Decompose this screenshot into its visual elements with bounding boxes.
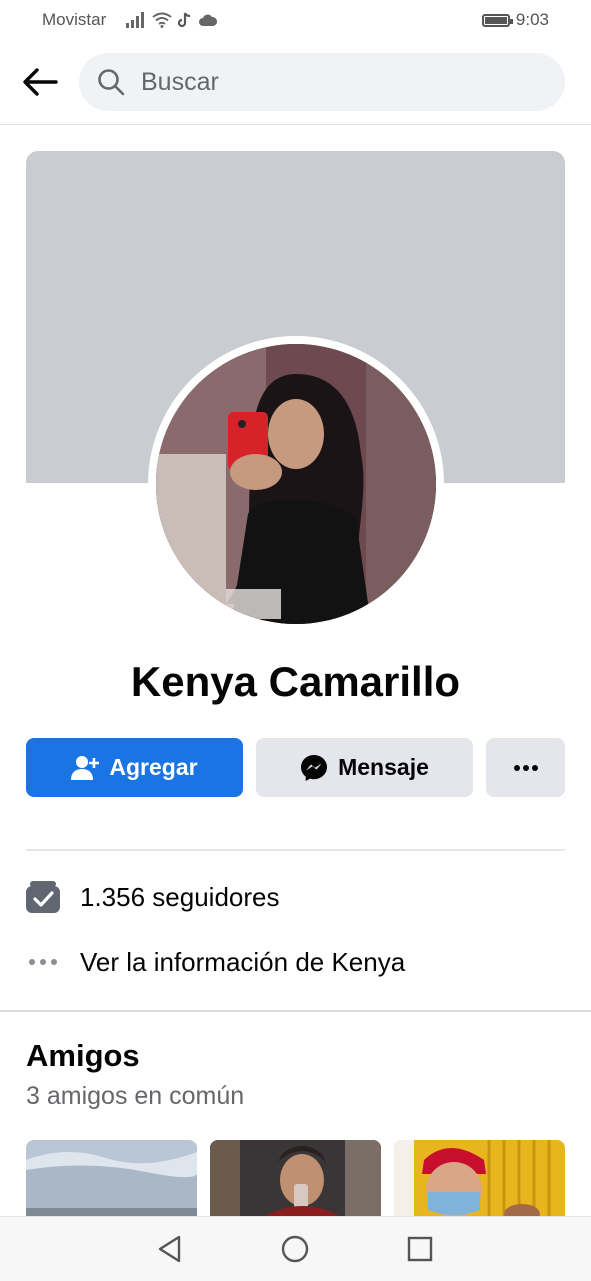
arrow-left-icon: [23, 68, 58, 96]
header-divider: [0, 124, 591, 125]
message-button[interactable]: Mensaje: [256, 738, 473, 797]
mutual-friends-count: 3 amigos en común: [26, 1082, 245, 1110]
add-friend-icon: [71, 755, 100, 781]
cloud-icon: [199, 14, 218, 26]
friends-title: Amigos: [26, 1038, 140, 1073]
section-separator: [0, 1010, 591, 1012]
nav-home-button[interactable]: [273, 1227, 317, 1271]
about-link: Ver la información de Kenya: [80, 946, 406, 977]
messenger-icon: [300, 754, 328, 782]
more-options-button[interactable]: [486, 738, 565, 797]
profile-avatar[interactable]: [156, 344, 436, 624]
navigation-bar: [0, 1216, 591, 1281]
followers-row: 1.356 seguidores: [26, 877, 565, 917]
nav-back-button[interactable]: [148, 1227, 192, 1271]
tiktok-icon: [178, 12, 191, 28]
friend-photo-3[interactable]: [394, 1140, 565, 1216]
carrier-name: Movistar: [42, 10, 107, 29]
profile-name: Kenya Camarillo: [130, 658, 461, 705]
followers-count: 1.356 seguidores: [80, 881, 280, 912]
followers-icon: [26, 880, 60, 914]
divider: [26, 849, 565, 851]
nav-recents-button[interactable]: [398, 1227, 442, 1271]
about-row[interactable]: Ver la información de Kenya: [26, 942, 565, 982]
home-circle-icon: [281, 1235, 309, 1263]
message-label: Mensaje: [338, 754, 429, 780]
status-bar: Movistar 9:03: [0, 0, 591, 40]
add-friend-label: Agregar: [109, 754, 198, 780]
friend-photo-1[interactable]: [26, 1140, 197, 1216]
recents-square-icon: [407, 1236, 433, 1262]
avatar-image: [156, 344, 436, 624]
search-box[interactable]: [79, 53, 565, 111]
more-dots-icon: [513, 764, 538, 771]
dots-icon: [26, 945, 60, 979]
add-friend-button[interactable]: Agregar: [26, 738, 243, 797]
back-button[interactable]: [16, 60, 64, 104]
battery-icon: [481, 13, 513, 27]
status-icons: [126, 10, 218, 30]
status-right: 9:03: [481, 10, 549, 30]
wifi-icon: [152, 12, 172, 28]
back-triangle-icon: [158, 1235, 181, 1263]
friend-photo-2[interactable]: [210, 1140, 381, 1216]
clock-time: 9:03: [515, 10, 549, 29]
search-input[interactable]: [139, 66, 523, 98]
search-icon: [97, 67, 127, 97]
signal-icon: [126, 12, 144, 28]
